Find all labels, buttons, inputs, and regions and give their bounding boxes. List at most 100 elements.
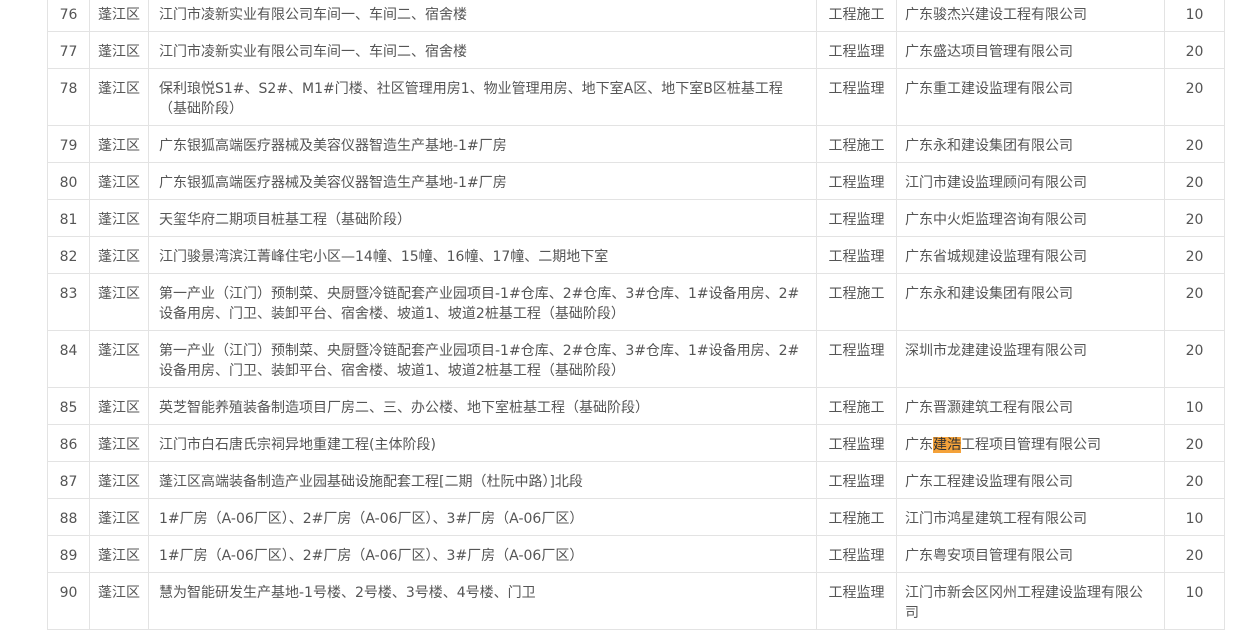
score-cell: 20 xyxy=(1164,424,1225,462)
table-row: 82 蓬江区 江门骏景湾滨江菁峰住宅小区—14幢、15幢、16幢、17幢、二期地… xyxy=(47,236,1225,274)
table-row: 86 蓬江区 江门市白石唐氏宗祠异地重建工程(主体阶段) 工程监理 广东建浩工程… xyxy=(47,424,1225,462)
row-number: 86 xyxy=(47,424,90,462)
district-cell: 蓬江区 xyxy=(89,236,149,274)
table-row: 79 蓬江区 广东银狐高端医疗器械及美容仪器智造生产基地-1#厂房 工程施工 广… xyxy=(47,125,1225,163)
table-row: 87 蓬江区 蓬江区高端装备制造产业园基础设施配套工程[二期（杜阮中路）]北段 … xyxy=(47,461,1225,499)
row-number: 90 xyxy=(47,572,90,630)
score-cell: 10 xyxy=(1164,387,1225,425)
company-cell: 广东盛达项目管理有限公司 xyxy=(896,31,1165,69)
district-cell: 蓬江区 xyxy=(89,535,149,573)
project-name-cell: 第一产业（江门）预制菜、央厨暨冷链配套产业园项目-1#仓库、2#仓库、3#仓库、… xyxy=(148,330,817,388)
score-cell: 20 xyxy=(1164,330,1225,388)
project-name-cell: 第一产业（江门）预制菜、央厨暨冷链配套产业园项目-1#仓库、2#仓库、3#仓库、… xyxy=(148,273,817,331)
project-name-cell: 蓬江区高端装备制造产业园基础设施配套工程[二期（杜阮中路）]北段 xyxy=(148,461,817,499)
table-row: 81 蓬江区 天玺华府二期项目桩基工程（基础阶段） 工程监理 广东中火炬监理咨询… xyxy=(47,199,1225,237)
score-cell: 20 xyxy=(1164,199,1225,237)
district-cell: 蓬江区 xyxy=(89,199,149,237)
score-cell: 20 xyxy=(1164,31,1225,69)
score-cell: 10 xyxy=(1164,498,1225,536)
company-text-before-highlight: 广东 xyxy=(905,437,933,453)
work-type-cell: 工程监理 xyxy=(816,162,897,200)
row-number: 88 xyxy=(47,498,90,536)
company-cell: 广东永和建设集团有限公司 xyxy=(896,125,1165,163)
project-name-cell: 江门市凌新实业有限公司车间一、车间二、宿舍楼 xyxy=(148,31,817,69)
district-cell: 蓬江区 xyxy=(89,31,149,69)
score-cell: 20 xyxy=(1164,273,1225,331)
table-row: 90 蓬江区 慧为智能研发生产基地-1号楼、2号楼、3号楼、4号楼、门卫 工程监… xyxy=(47,572,1225,630)
row-number: 85 xyxy=(47,387,90,425)
work-type-cell: 工程监理 xyxy=(816,461,897,499)
search-highlight: 建浩 xyxy=(933,437,961,453)
company-cell: 广东工程建设监理有限公司 xyxy=(896,461,1165,499)
district-cell: 蓬江区 xyxy=(89,387,149,425)
company-cell: 江门市建设监理顾问有限公司 xyxy=(896,162,1165,200)
score-cell: 20 xyxy=(1164,236,1225,274)
score-cell: 20 xyxy=(1164,535,1225,573)
district-cell: 蓬江区 xyxy=(89,461,149,499)
results-table: 76 蓬江区 江门市凌新实业有限公司车间一、车间二、宿舍楼 工程施工 广东骏杰兴… xyxy=(47,0,1225,630)
company-cell: 广东骏杰兴建设工程有限公司 xyxy=(896,0,1165,32)
work-type-cell: 工程施工 xyxy=(816,125,897,163)
results-table-container: 76 蓬江区 江门市凌新实业有限公司车间一、车间二、宿舍楼 工程施工 广东骏杰兴… xyxy=(47,0,1225,630)
district-cell: 蓬江区 xyxy=(89,424,149,462)
table-row: 76 蓬江区 江门市凌新实业有限公司车间一、车间二、宿舍楼 工程施工 广东骏杰兴… xyxy=(47,0,1225,32)
district-cell: 蓬江区 xyxy=(89,498,149,536)
project-name-cell: 英芝智能养殖装备制造项目厂房二、三、办公楼、地下室桩基工程（基础阶段） xyxy=(148,387,817,425)
company-cell: 广东省城规建设监理有限公司 xyxy=(896,236,1165,274)
table-row: 83 蓬江区 第一产业（江门）预制菜、央厨暨冷链配套产业园项目-1#仓库、2#仓… xyxy=(47,273,1225,331)
company-cell: 广东建浩工程项目管理有限公司 xyxy=(896,424,1165,462)
row-number: 78 xyxy=(47,68,90,126)
table-row: 77 蓬江区 江门市凌新实业有限公司车间一、车间二、宿舍楼 工程监理 广东盛达项… xyxy=(47,31,1225,69)
district-cell: 蓬江区 xyxy=(89,273,149,331)
score-cell: 10 xyxy=(1164,572,1225,630)
project-name-cell: 慧为智能研发生产基地-1号楼、2号楼、3号楼、4号楼、门卫 xyxy=(148,572,817,630)
work-type-cell: 工程施工 xyxy=(816,273,897,331)
score-cell: 20 xyxy=(1164,125,1225,163)
work-type-cell: 工程施工 xyxy=(816,498,897,536)
work-type-cell: 工程施工 xyxy=(816,387,897,425)
row-number: 87 xyxy=(47,461,90,499)
company-cell: 广东中火炬监理咨询有限公司 xyxy=(896,199,1165,237)
project-name-cell: 1#厂房（A-06厂区）、2#厂房（A-06厂区）、3#厂房（A-06厂区） xyxy=(148,535,817,573)
company-cell: 广东重工建设监理有限公司 xyxy=(896,68,1165,126)
work-type-cell: 工程监理 xyxy=(816,535,897,573)
company-cell: 广东晋灏建筑工程有限公司 xyxy=(896,387,1165,425)
score-cell: 20 xyxy=(1164,461,1225,499)
district-cell: 蓬江区 xyxy=(89,68,149,126)
row-number: 80 xyxy=(47,162,90,200)
table-row: 85 蓬江区 英芝智能养殖装备制造项目厂房二、三、办公楼、地下室桩基工程（基础阶… xyxy=(47,387,1225,425)
work-type-cell: 工程监理 xyxy=(816,424,897,462)
score-cell: 10 xyxy=(1164,0,1225,32)
row-number: 81 xyxy=(47,199,90,237)
table-row: 78 蓬江区 保利琅悦S1#、S2#、M1#门楼、社区管理用房1、物业管理用房、… xyxy=(47,68,1225,126)
work-type-cell: 工程监理 xyxy=(816,330,897,388)
district-cell: 蓬江区 xyxy=(89,572,149,630)
project-name-cell: 江门市凌新实业有限公司车间一、车间二、宿舍楼 xyxy=(148,0,817,32)
work-type-cell: 工程监理 xyxy=(816,236,897,274)
project-name-cell: 广东银狐高端医疗器械及美容仪器智造生产基地-1#厂房 xyxy=(148,162,817,200)
project-name-cell: 天玺华府二期项目桩基工程（基础阶段） xyxy=(148,199,817,237)
company-text-after-highlight: 工程项目管理有限公司 xyxy=(961,437,1101,453)
work-type-cell: 工程监理 xyxy=(816,68,897,126)
score-cell: 20 xyxy=(1164,162,1225,200)
company-cell: 广东永和建设集团有限公司 xyxy=(896,273,1165,331)
results-table-body: 76 蓬江区 江门市凌新实业有限公司车间一、车间二、宿舍楼 工程施工 广东骏杰兴… xyxy=(47,0,1225,630)
company-cell: 深圳市龙建建设监理有限公司 xyxy=(896,330,1165,388)
table-row: 84 蓬江区 第一产业（江门）预制菜、央厨暨冷链配套产业园项目-1#仓库、2#仓… xyxy=(47,330,1225,388)
district-cell: 蓬江区 xyxy=(89,125,149,163)
district-cell: 蓬江区 xyxy=(89,330,149,388)
project-name-cell: 广东银狐高端医疗器械及美容仪器智造生产基地-1#厂房 xyxy=(148,125,817,163)
row-number: 83 xyxy=(47,273,90,331)
company-cell: 江门市鸿星建筑工程有限公司 xyxy=(896,498,1165,536)
row-number: 77 xyxy=(47,31,90,69)
table-row: 80 蓬江区 广东银狐高端医疗器械及美容仪器智造生产基地-1#厂房 工程监理 江… xyxy=(47,162,1225,200)
row-number: 84 xyxy=(47,330,90,388)
work-type-cell: 工程监理 xyxy=(816,199,897,237)
district-cell: 蓬江区 xyxy=(89,0,149,32)
row-number: 82 xyxy=(47,236,90,274)
row-number: 79 xyxy=(47,125,90,163)
district-cell: 蓬江区 xyxy=(89,162,149,200)
project-name-cell: 江门骏景湾滨江菁峰住宅小区—14幢、15幢、16幢、17幢、二期地下室 xyxy=(148,236,817,274)
row-number: 76 xyxy=(47,0,90,32)
table-row: 88 蓬江区 1#厂房（A-06厂区）、2#厂房（A-06厂区）、3#厂房（A-… xyxy=(47,498,1225,536)
